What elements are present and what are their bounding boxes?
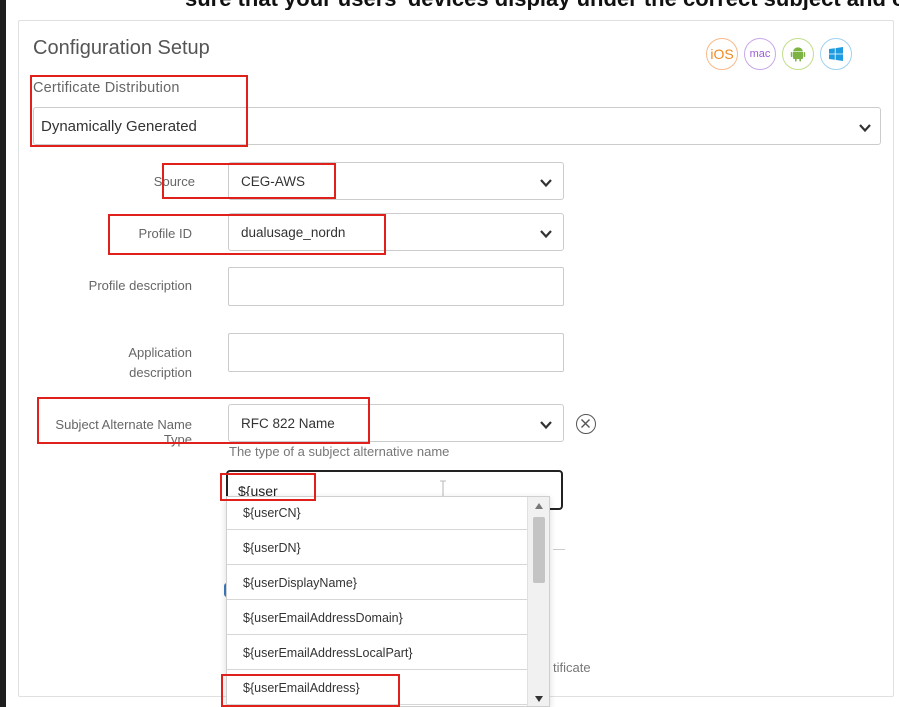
autocomplete-option[interactable]: ${userDN} — [227, 532, 528, 565]
profile-description-input[interactable] — [228, 267, 564, 306]
os-platform-icons: iOS mac — [706, 38, 852, 70]
cropped-heading: sure that your users' devices display un… — [0, 0, 899, 10]
source-value: CEG-AWS — [241, 174, 305, 189]
dropdown-scrollbar[interactable] — [527, 497, 549, 706]
chevron-down-icon — [859, 124, 871, 133]
autocomplete-option[interactable]: ${userEmailAddressDomain} — [227, 602, 528, 635]
autocomplete-dropdown[interactable]: ${userCN} ${userDN} ${userDisplayName} $… — [226, 496, 550, 707]
panel-title: Configuration Setup — [33, 37, 210, 59]
ios-icon-label: iOS — [710, 46, 734, 62]
chevron-down-icon — [540, 230, 552, 239]
remove-san-button[interactable] — [576, 414, 596, 434]
application-description-label-line1: Application — [128, 345, 192, 360]
profile-id-label: Profile ID — [138, 226, 192, 241]
mac-icon-label: mac — [749, 48, 771, 60]
profile-id-select[interactable]: dualusage_nordn — [228, 213, 564, 251]
certificate-distribution-select[interactable]: Dynamically Generated — [33, 107, 881, 145]
subject-alt-name-type-label: Subject Alternate Name Type — [22, 415, 192, 450]
windows-glyph — [829, 47, 843, 61]
subject-alt-name-type-select[interactable]: RFC 822 Name — [228, 404, 564, 442]
divider — [553, 549, 565, 550]
profile-description-label: Profile description — [88, 278, 192, 293]
application-description-label-line2: description — [129, 365, 192, 380]
windows-icon[interactable] — [820, 38, 852, 70]
subject-alt-name-type-value: RFC 822 Name — [241, 416, 335, 431]
close-icon — [581, 419, 590, 428]
certificate-distribution-label: Certificate Distribution — [33, 80, 180, 96]
chevron-down-icon — [540, 421, 552, 430]
chevron-down-icon — [540, 179, 552, 188]
san-type-hint: The type of a subject alternative name — [229, 444, 450, 459]
cropped-heading-text: sure that your users' devices display un… — [185, 0, 899, 10]
android-glyph — [790, 47, 806, 62]
ios-icon[interactable]: iOS — [706, 38, 738, 70]
certificate-distribution-value: Dynamically Generated — [41, 118, 197, 135]
scroll-up-arrow-icon[interactable] — [535, 503, 543, 509]
window-frame-edge — [0, 0, 6, 707]
autocomplete-option[interactable]: ${userCN} — [227, 497, 528, 530]
android-icon[interactable] — [782, 38, 814, 70]
source-select[interactable]: CEG-AWS — [228, 162, 564, 200]
application-description-input[interactable] — [228, 333, 564, 372]
profile-id-value: dualusage_nordn — [241, 225, 346, 240]
scroll-thumb[interactable] — [533, 517, 545, 583]
application-description-label: Application description — [22, 343, 192, 383]
mac-icon[interactable]: mac — [744, 38, 776, 70]
source-label: Source — [153, 174, 195, 189]
autocomplete-option[interactable]: ${userDisplayName} — [227, 567, 528, 600]
scroll-down-arrow-icon[interactable] — [535, 696, 543, 702]
autocomplete-option[interactable]: ${userEmailAddressLocalPart} — [227, 637, 528, 670]
partial-certificate-text: tificate — [553, 660, 591, 675]
autocomplete-option[interactable]: ${userEmailAddress} — [227, 672, 528, 705]
